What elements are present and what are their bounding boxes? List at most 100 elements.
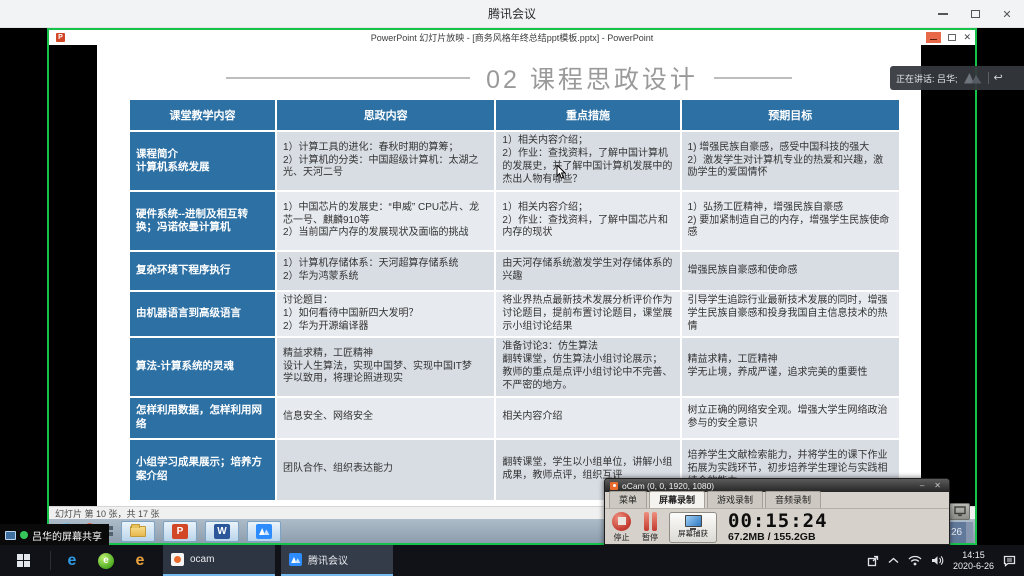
table-cell-c4: 树立正确的网络安全观。增强大学生网络政治参与的安全意识 <box>682 398 899 438</box>
column-header: 思政内容 <box>277 100 494 130</box>
slide-table-body: 课程简介 计算机系统发展1）计算工具的进化：春秋时期的算筹； 2）计算机的分类：… <box>130 132 899 500</box>
ocam-body: 停止 暂停 屏幕捕获 00:15:24 67.2MB / 155.2GB <box>605 509 949 545</box>
ppt-minimize-icon[interactable] <box>926 32 941 43</box>
screen: 腾讯会议 ✕ P PowerPoint 幻灯片放映 - [商务风格年终总结ppt… <box>0 0 1024 576</box>
tencent-meeting-icon <box>289 553 302 566</box>
stop-icon <box>612 512 631 531</box>
table-row: 复杂环境下程序执行1）计算机存储体系：天河超算存储系统 2）华为鸿蒙系统由天河存… <box>130 252 899 290</box>
table-row: 算法-计算系统的灵魂精益求精，工匠精神 设计人生算法，实现中国梦、实现中国IT梦… <box>130 338 899 395</box>
pause-label: 暂停 <box>642 532 658 543</box>
windows-logo-icon <box>17 554 30 567</box>
column-header: 课堂教学内容 <box>130 100 275 130</box>
table-row: 课程简介 计算机系统发展1）计算工具的进化：春秋时期的算筹； 2）计算机的分类：… <box>130 132 899 190</box>
divider <box>988 72 989 84</box>
meeting-titlebar: 腾讯会议 ✕ <box>0 0 1024 28</box>
table-row: 怎样利用数据，怎样利用网络信息安全、网络安全相关内容介绍树立正确的网络安全观。增… <box>130 398 899 438</box>
green-browser-button[interactable]: e <box>89 545 123 576</box>
close-icon[interactable]: ✕ <box>1000 7 1014 21</box>
slide-title-row: 02 课程思政设计 <box>97 60 921 96</box>
speaking-label: 正在讲话: 吕华; <box>896 72 958 85</box>
recording-meter: 00:15:24 67.2MB / 155.2GB <box>728 512 828 543</box>
speaking-indicator: 正在讲话: 吕华; ↩ <box>890 66 1024 90</box>
slide: 02 课程思政设计 课堂教学内容思政内容重点措施预期目标 课程简介 计算机系统发… <box>97 45 921 506</box>
edge-browser-button[interactable]: e <box>55 545 89 576</box>
powerpoint-icon: P <box>56 33 65 42</box>
table-cell-c3: 将业界热点最新技术发展分析评价作为讨论题目，提前布置讨论题目，课堂展示小组讨论结… <box>496 292 679 336</box>
ppt-window-title: PowerPoint 幻灯片放映 - [商务风格年终总结ppt模板.pptx] … <box>49 31 975 44</box>
tencent-meeting-icon <box>256 524 272 539</box>
shared-tray-date: 26 <box>946 522 973 543</box>
ocam-tab-游戏录制[interactable]: 游戏录制 <box>707 491 763 508</box>
table-cell-c1: 课程简介 计算机系统发展 <box>130 132 275 190</box>
ocam-tab-屏幕录制[interactable]: 屏幕录制 <box>649 491 705 508</box>
powerpoint-task-button[interactable]: P <box>163 521 197 542</box>
shared-screen-region: P PowerPoint 幻灯片放映 - [商务风格年终总结ppt模板.pptx… <box>47 28 977 545</box>
recording-size: 67.2MB / 155.2GB <box>728 531 828 543</box>
clock-time: 14:15 <box>953 550 994 561</box>
collapse-arrow-icon[interactable]: ↩ <box>994 73 1003 84</box>
screen-capture-button[interactable]: 屏幕捕获 <box>669 512 717 543</box>
share-banner: 吕华的屏幕共享 <box>0 524 109 546</box>
table-cell-c1: 复杂环境下程序执行 <box>130 252 275 290</box>
ppt-titlebar: P PowerPoint 幻灯片放映 - [商务风格年终总结ppt模板.pptx… <box>49 30 975 45</box>
divider <box>50 551 51 570</box>
pause-button[interactable]: 暂停 <box>642 512 658 543</box>
table-cell-c2: 精益求精，工匠精神 设计人生算法，实现中国梦、实现中国IT梦 学以致用，将理论照… <box>277 338 494 395</box>
word-icon: W <box>214 524 230 539</box>
ppt-restore-icon[interactable] <box>948 34 956 41</box>
column-header: 重点措施 <box>496 100 679 130</box>
maximize-icon[interactable] <box>968 7 982 21</box>
share-popout-icon[interactable] <box>867 555 879 567</box>
table-cell-c4: 精益求精，工匠精神 学无止境，养成严谨，追求完美的重要性 <box>682 338 899 395</box>
taskbar-clock[interactable]: 14:15 2020-6-26 <box>953 550 994 571</box>
wifi-icon[interactable] <box>908 555 922 566</box>
stop-button[interactable]: 停止 <box>612 512 631 543</box>
gold-browser-button[interactable]: e <box>123 545 157 576</box>
word-task-button[interactable]: W <box>205 521 239 542</box>
meeting-task-button[interactable] <box>247 521 281 542</box>
gold-browser-icon: e <box>136 552 145 570</box>
table-cell-c4: 1）弘扬工匠精神，增强民族自豪感 2) 要加紧制造自己的内存，增强学生民族使命感 <box>682 192 899 250</box>
table-header-row: 课堂教学内容思政内容重点措施预期目标 <box>130 100 899 130</box>
table-cell-c1: 硬件系统--进制及相互转换；冯诺依曼计算机 <box>130 192 275 250</box>
table-cell-c1: 算法-计算系统的灵魂 <box>130 338 275 395</box>
slideshow-area: 02 课程思政设计 课堂教学内容思政内容重点措施预期目标 课程简介 计算机系统发… <box>49 45 975 506</box>
screen-share-icon <box>5 531 16 540</box>
chevron-up-icon[interactable] <box>888 557 899 564</box>
meeting-task-button[interactable]: 腾讯会议 <box>281 545 393 576</box>
start-button[interactable] <box>0 545 46 576</box>
file-explorer-button[interactable] <box>121 521 155 542</box>
pause-icon <box>643 512 658 531</box>
action-center-icon[interactable] <box>1003 555 1016 567</box>
green-browser-icon: e <box>98 553 114 569</box>
title-decor-line <box>714 77 792 79</box>
powerpoint-icon: P <box>172 524 188 539</box>
folder-icon <box>130 526 146 537</box>
ocam-tab-菜单[interactable]: 菜单 <box>609 491 647 508</box>
table-cell-c2: 讨论题目： 1）如何看待中国新四大发明？ 2）华为开源编译器 <box>277 292 494 336</box>
ocam-minimize-icon[interactable]: – <box>917 481 927 490</box>
ocam-tab-音频录制[interactable]: 音频录制 <box>765 491 821 508</box>
table-cell-c3: 由天河存储系统激发学生对存储体系的兴趣 <box>496 252 679 290</box>
table-cell-c4: 引导学生追踪行业最新技术发展的同时，增强学生民族自豪感和投身我国自主信息技术的热… <box>682 292 899 336</box>
table-cell-c4: 1) 增强民族自豪感，感受中国科技的强大 2）激发学生对计算机专业的热爱和兴趣，… <box>682 132 899 190</box>
table-cell-c2: 信息安全、网络安全 <box>277 398 494 438</box>
meeting-window-controls: ✕ <box>936 0 1014 28</box>
ppt-window-controls: ✕ <box>926 32 971 43</box>
meeting-task-label: 腾讯会议 <box>308 552 348 567</box>
shared-tray-monitor-icon[interactable] <box>949 503 970 520</box>
ocam-icon <box>171 553 184 566</box>
slide-counter: 幻灯片 第 10 张，共 17 张 <box>49 507 160 520</box>
ocam-task-button[interactable]: ocam <box>163 545 275 576</box>
table-cell-c1: 怎样利用数据，怎样利用网络 <box>130 398 275 438</box>
speaker-icon[interactable] <box>931 555 944 566</box>
ocam-close-icon[interactable]: ✕ <box>931 481 944 490</box>
table-row: 硬件系统--进制及相互转换；冯诺依曼计算机1）中国芯片的发展史：“申威” CPU… <box>130 192 899 250</box>
ocam-window-title: oCam (0, 0, 1920, 1080) <box>622 481 913 491</box>
table-cell-c2: 1）中国芯片的发展史：“申威” CPU芯片、龙芯一号、麒麟910等 2）当前国产… <box>277 192 494 250</box>
ppt-close-icon[interactable]: ✕ <box>963 33 971 42</box>
system-tray: 14:15 2020-6-26 <box>867 545 1024 576</box>
ocam-window: oCam (0, 0, 1920, 1080) – ✕ 菜单屏幕录制游戏录制音频… <box>604 478 950 545</box>
minimize-icon[interactable] <box>936 7 950 21</box>
ocam-app-icon <box>610 482 618 490</box>
